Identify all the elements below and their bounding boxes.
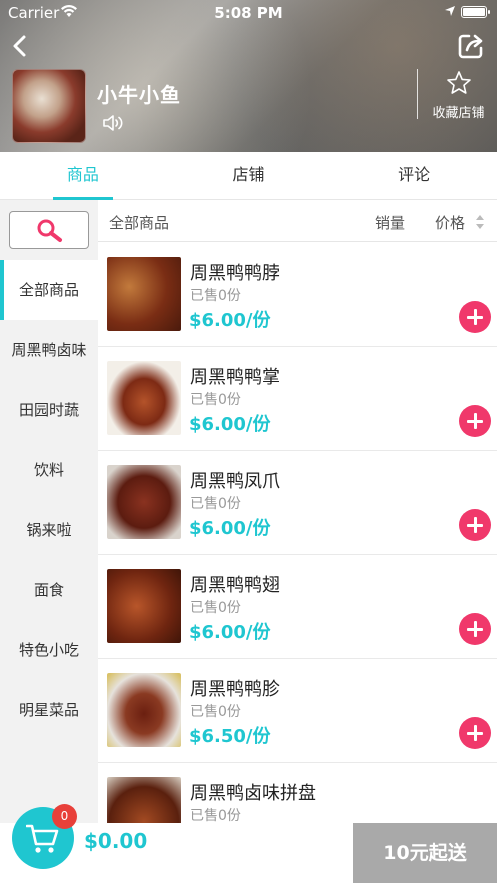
battery-icon (461, 6, 490, 18)
share-icon[interactable] (457, 32, 485, 60)
product-item[interactable]: 周黑鸭鸭脖 已售0份 $6.00/份 (98, 243, 497, 347)
product-sold: 已售0份 (190, 808, 241, 823)
product-name: 周黑鸭鸭翅 (190, 575, 280, 596)
product-item[interactable]: 周黑鸭鸭翅 已售0份 $6.00/份 (98, 555, 497, 659)
product-price: $6.00/份 (189, 310, 271, 331)
add-to-cart-button[interactable] (459, 717, 491, 749)
tab-products[interactable]: 商品 (0, 152, 166, 200)
product-item[interactable]: 周黑鸭卤味拼盘 已售0份 (98, 763, 497, 823)
category-all[interactable]: 全部商品 (0, 260, 98, 320)
product-name: 周黑鸭卤味拼盘 (190, 783, 316, 804)
add-to-cart-button[interactable] (459, 405, 491, 437)
category-star-dishes[interactable]: 明星菜品 (0, 680, 98, 740)
back-arrow-icon[interactable] (8, 32, 32, 60)
product-name: 周黑鸭鸭胗 (190, 679, 280, 700)
product-price: $6.00/份 (189, 518, 271, 539)
product-sold: 已售0份 (190, 704, 241, 720)
add-to-cart-button[interactable] (459, 613, 491, 645)
product-sold: 已售0份 (190, 496, 241, 512)
status-time: 5:08 PM (214, 4, 283, 22)
category-snacks[interactable]: 特色小吃 (0, 620, 98, 680)
star-icon (446, 71, 471, 94)
category-zhouheiya[interactable]: 周黑鸭卤味 (0, 320, 98, 380)
cart-total: $0.00 (84, 829, 148, 853)
sort-by-sales[interactable]: 销量 (375, 212, 405, 233)
product-list: 周黑鸭鸭脖 已售0份 $6.00/份 周黑鸭鸭掌 已售0份 $6.00/份 周黑… (98, 243, 497, 823)
product-price: $6.00/份 (189, 622, 271, 643)
shop-name: 小牛小鱼 (97, 83, 181, 107)
all-products-label: 全部商品 (109, 214, 170, 232)
product-name: 周黑鸭凤爪 (190, 471, 280, 492)
shop-logo (12, 69, 86, 143)
product-sold: 已售0份 (190, 600, 241, 616)
search-icon (37, 219, 62, 242)
product-name: 周黑鸭鸭掌 (190, 367, 280, 388)
add-to-cart-button[interactable] (459, 301, 491, 333)
product-price: $6.00/份 (189, 414, 271, 435)
list-header: 全部商品 销量 价格 (98, 200, 497, 242)
product-item[interactable]: 周黑鸭凤爪 已售0份 $6.00/份 (98, 451, 497, 555)
category-sidebar: 全部商品 周黑鸭卤味 田园时蔬 饮料 锅来啦 面食 特色小吃 明星菜品 (0, 200, 98, 823)
cart-count-badge: 0 (52, 804, 77, 829)
product-sold: 已售0份 (190, 392, 241, 408)
product-image (107, 465, 181, 539)
checkout-button[interactable]: 10元起送 (353, 823, 497, 883)
sort-arrows-icon (476, 215, 484, 229)
category-vegetables[interactable]: 田园时蔬 (0, 380, 98, 440)
product-image (107, 777, 181, 823)
product-image (107, 257, 181, 331)
sort-by-price[interactable]: 价格 (435, 212, 465, 233)
shopping-cart-icon (26, 824, 59, 853)
search-button[interactable] (9, 211, 89, 249)
tab-shop[interactable]: 店铺 (166, 152, 332, 199)
speaker-icon[interactable] (102, 113, 124, 133)
shop-header: Carrier 5:08 PM 小牛小鱼 收藏店铺 (0, 0, 497, 152)
favorite-shop-label: 收藏店铺 (432, 106, 485, 121)
favorite-shop-button[interactable]: 收藏店铺 (420, 70, 497, 121)
location-icon (445, 6, 455, 16)
category-hotpot[interactable]: 锅来啦 (0, 500, 98, 560)
header-divider (417, 69, 418, 119)
status-bar: Carrier 5:08 PM (0, 0, 497, 26)
product-image (107, 673, 181, 747)
product-image (107, 569, 181, 643)
tab-bar: 商品 店铺 评论 (0, 152, 497, 200)
tab-reviews[interactable]: 评论 (331, 152, 497, 199)
product-image (107, 361, 181, 435)
product-item[interactable]: 周黑鸭鸭掌 已售0份 $6.00/份 (98, 347, 497, 451)
add-to-cart-button[interactable] (459, 509, 491, 541)
category-drinks[interactable]: 饮料 (0, 440, 98, 500)
product-item[interactable]: 周黑鸭鸭胗 已售0份 $6.50/份 (98, 659, 497, 763)
product-price: $6.50/份 (189, 726, 271, 747)
product-sold: 已售0份 (190, 288, 241, 304)
category-noodles[interactable]: 面食 (0, 560, 98, 620)
product-name: 周黑鸭鸭脖 (190, 263, 280, 284)
